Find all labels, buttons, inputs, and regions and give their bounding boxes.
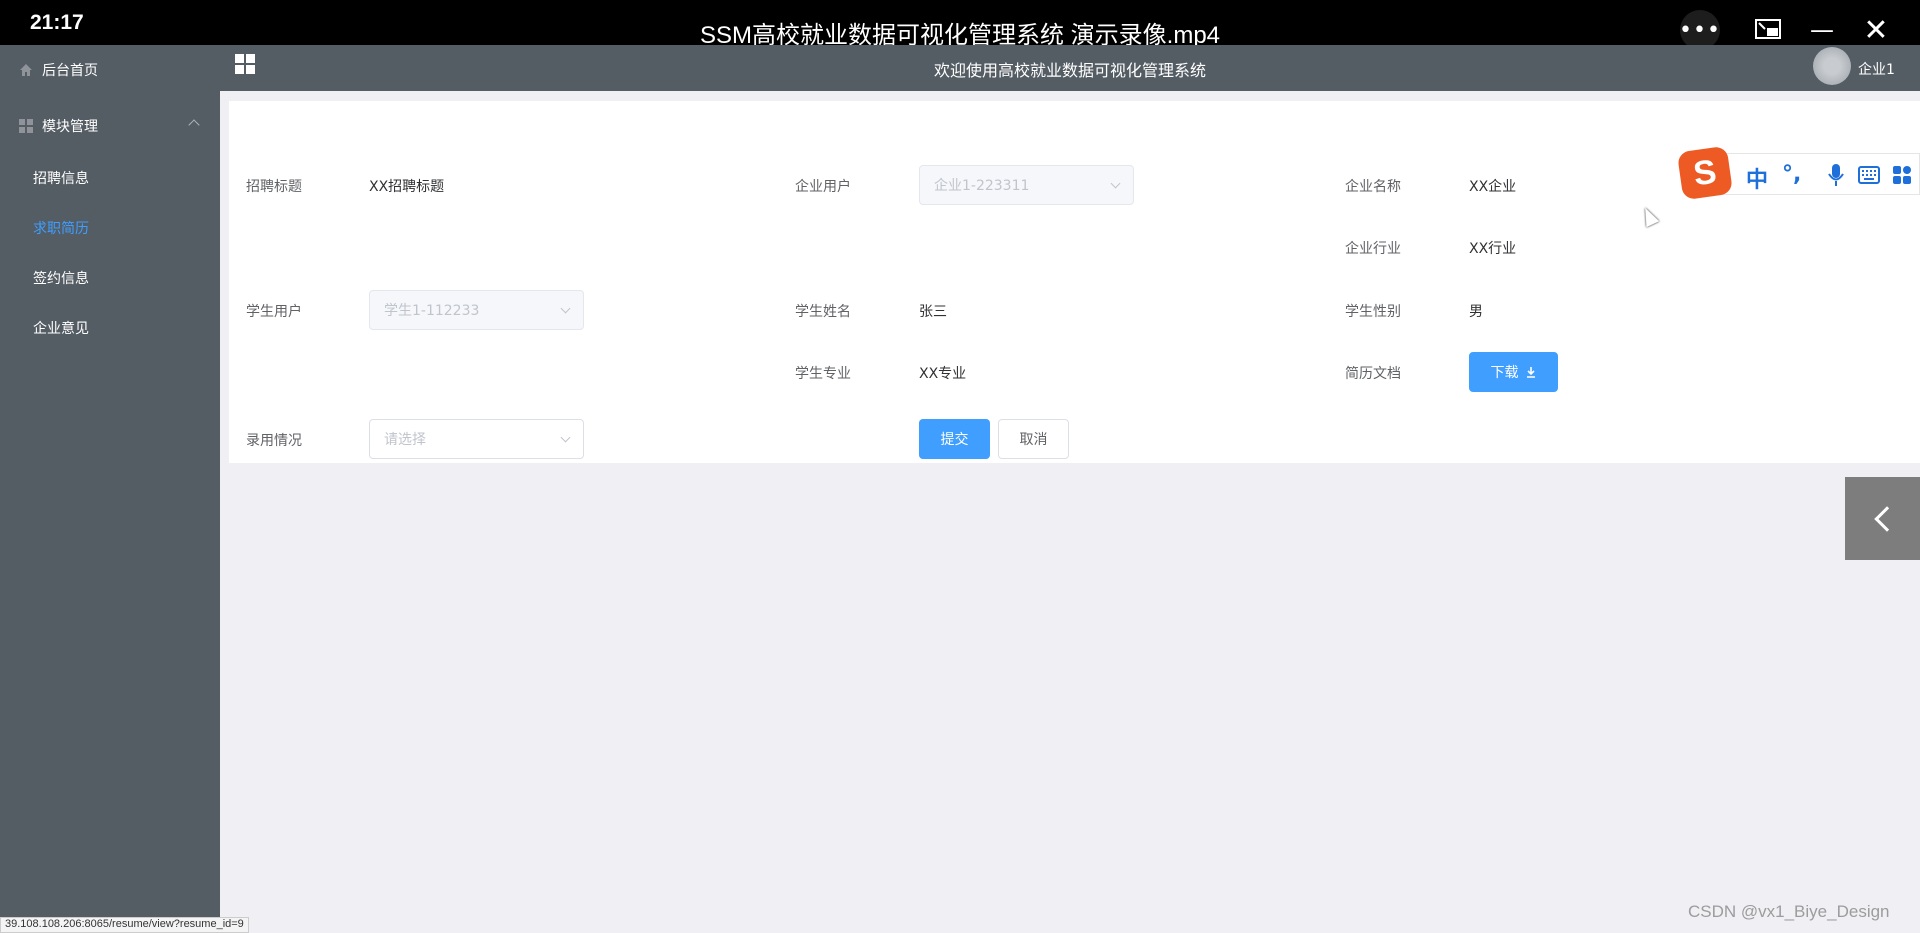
- keyboard-icon[interactable]: [1858, 166, 1880, 184]
- download-icon: [1526, 367, 1535, 378]
- download-button-label: 下载: [1490, 365, 1519, 381]
- video-player-bar: 21:17 SSM高校就业数据可视化管理系统 演示录像.mp4 ••• — ✕: [0, 0, 1920, 50]
- company-user-value: 企业1-223311: [934, 178, 1030, 194]
- company-industry-label: 企业行业: [1345, 241, 1401, 257]
- hire-status-select[interactable]: 请选择: [369, 419, 584, 459]
- resume-doc-label: 简历文档: [1345, 366, 1401, 382]
- sidebar-item-contract[interactable]: 签约信息: [0, 253, 220, 303]
- company-user-select: 企业1-223311: [919, 165, 1134, 205]
- recruit-title-value: XX招聘标题: [369, 179, 445, 195]
- sidebar-item-recruit[interactable]: 招聘信息: [0, 153, 220, 203]
- download-button[interactable]: 下载: [1469, 352, 1558, 392]
- more-options-icon[interactable]: •••: [1679, 10, 1720, 50]
- student-user-value: 学生1-112233: [384, 303, 480, 319]
- sidebar: 后台首页 模块管理 招聘信息 求职简历 签约信息 企业意见: [0, 45, 220, 933]
- hire-status-label: 录用情况: [246, 433, 302, 449]
- ime-logo-icon[interactable]: S: [1676, 145, 1734, 201]
- student-major-value: XX专业: [919, 366, 967, 382]
- student-gender-label: 学生性别: [1345, 304, 1401, 320]
- cancel-button[interactable]: 取消: [998, 419, 1069, 459]
- submit-button[interactable]: 提交: [919, 419, 990, 459]
- sidebar-item-label: 后台首页: [42, 63, 98, 79]
- avatar[interactable]: [1813, 47, 1851, 85]
- user-name[interactable]: 企业1: [1858, 59, 1895, 79]
- sidebar-item-feedback[interactable]: 企业意见: [0, 303, 220, 353]
- top-header: 欢迎使用高校就业数据可视化管理系统 企业1: [220, 45, 1920, 91]
- student-name-label: 学生姓名: [795, 304, 851, 320]
- student-user-label: 学生用户: [246, 304, 302, 320]
- toolbox-icon[interactable]: [1892, 165, 1912, 185]
- recruit-title-label: 招聘标题: [246, 179, 302, 195]
- company-industry-value: XX行业: [1469, 241, 1517, 257]
- chevron-down-icon: [1110, 178, 1121, 189]
- close-icon[interactable]: ✕: [1856, 10, 1896, 50]
- picture-in-picture-icon[interactable]: [1748, 10, 1788, 50]
- grid-menu-icon: [19, 119, 33, 133]
- minimize-icon[interactable]: —: [1802, 10, 1842, 50]
- sidebar-item-resume[interactable]: 求职简历: [0, 203, 220, 253]
- ime-toolbar[interactable]: S 中 °,: [1676, 145, 1920, 201]
- student-major-label: 学生专业: [795, 366, 851, 382]
- sidebar-item-label: 模块管理: [42, 119, 98, 135]
- company-name-value: XX企业: [1469, 179, 1517, 195]
- header-title: 欢迎使用高校就业数据可视化管理系统: [933, 61, 1206, 80]
- sidebar-item-home[interactable]: 后台首页: [0, 45, 220, 95]
- collapse-panel-button[interactable]: [1845, 477, 1920, 560]
- hire-status-placeholder: 请选择: [384, 432, 426, 448]
- chevron-down-icon: [560, 303, 571, 314]
- company-name-label: 企业名称: [1345, 179, 1401, 195]
- ime-chinese-mode[interactable]: 中: [1746, 162, 1768, 194]
- watermark: CSDN @vx1_Biye_Design: [1688, 902, 1890, 921]
- home-icon: [20, 64, 32, 76]
- student-user-select: 学生1-112233: [369, 290, 584, 330]
- chevron-left-icon: [1873, 505, 1900, 532]
- chevron-up-icon: [188, 119, 200, 131]
- sidebar-item-module[interactable]: 模块管理: [0, 101, 220, 151]
- company-user-label: 企业用户: [795, 179, 851, 195]
- student-name-value: 张三: [919, 304, 947, 320]
- resume-form-panel: 招聘标题 XX招聘标题 企业用户 企业1-223311 企业名称 XX企业 企业…: [229, 101, 1920, 463]
- chevron-down-icon: [560, 432, 571, 443]
- microphone-icon[interactable]: [1828, 163, 1844, 187]
- status-bar-url: 39.108.108.206:8065/resume/view?resume_i…: [0, 917, 249, 933]
- student-gender-value: 男: [1469, 304, 1483, 320]
- admin-app: 后台首页 模块管理 招聘信息 求职简历 签约信息 企业意见 欢迎使用高校就业数据…: [0, 45, 1920, 933]
- ime-punctuation-mode[interactable]: °,: [1782, 162, 1801, 187]
